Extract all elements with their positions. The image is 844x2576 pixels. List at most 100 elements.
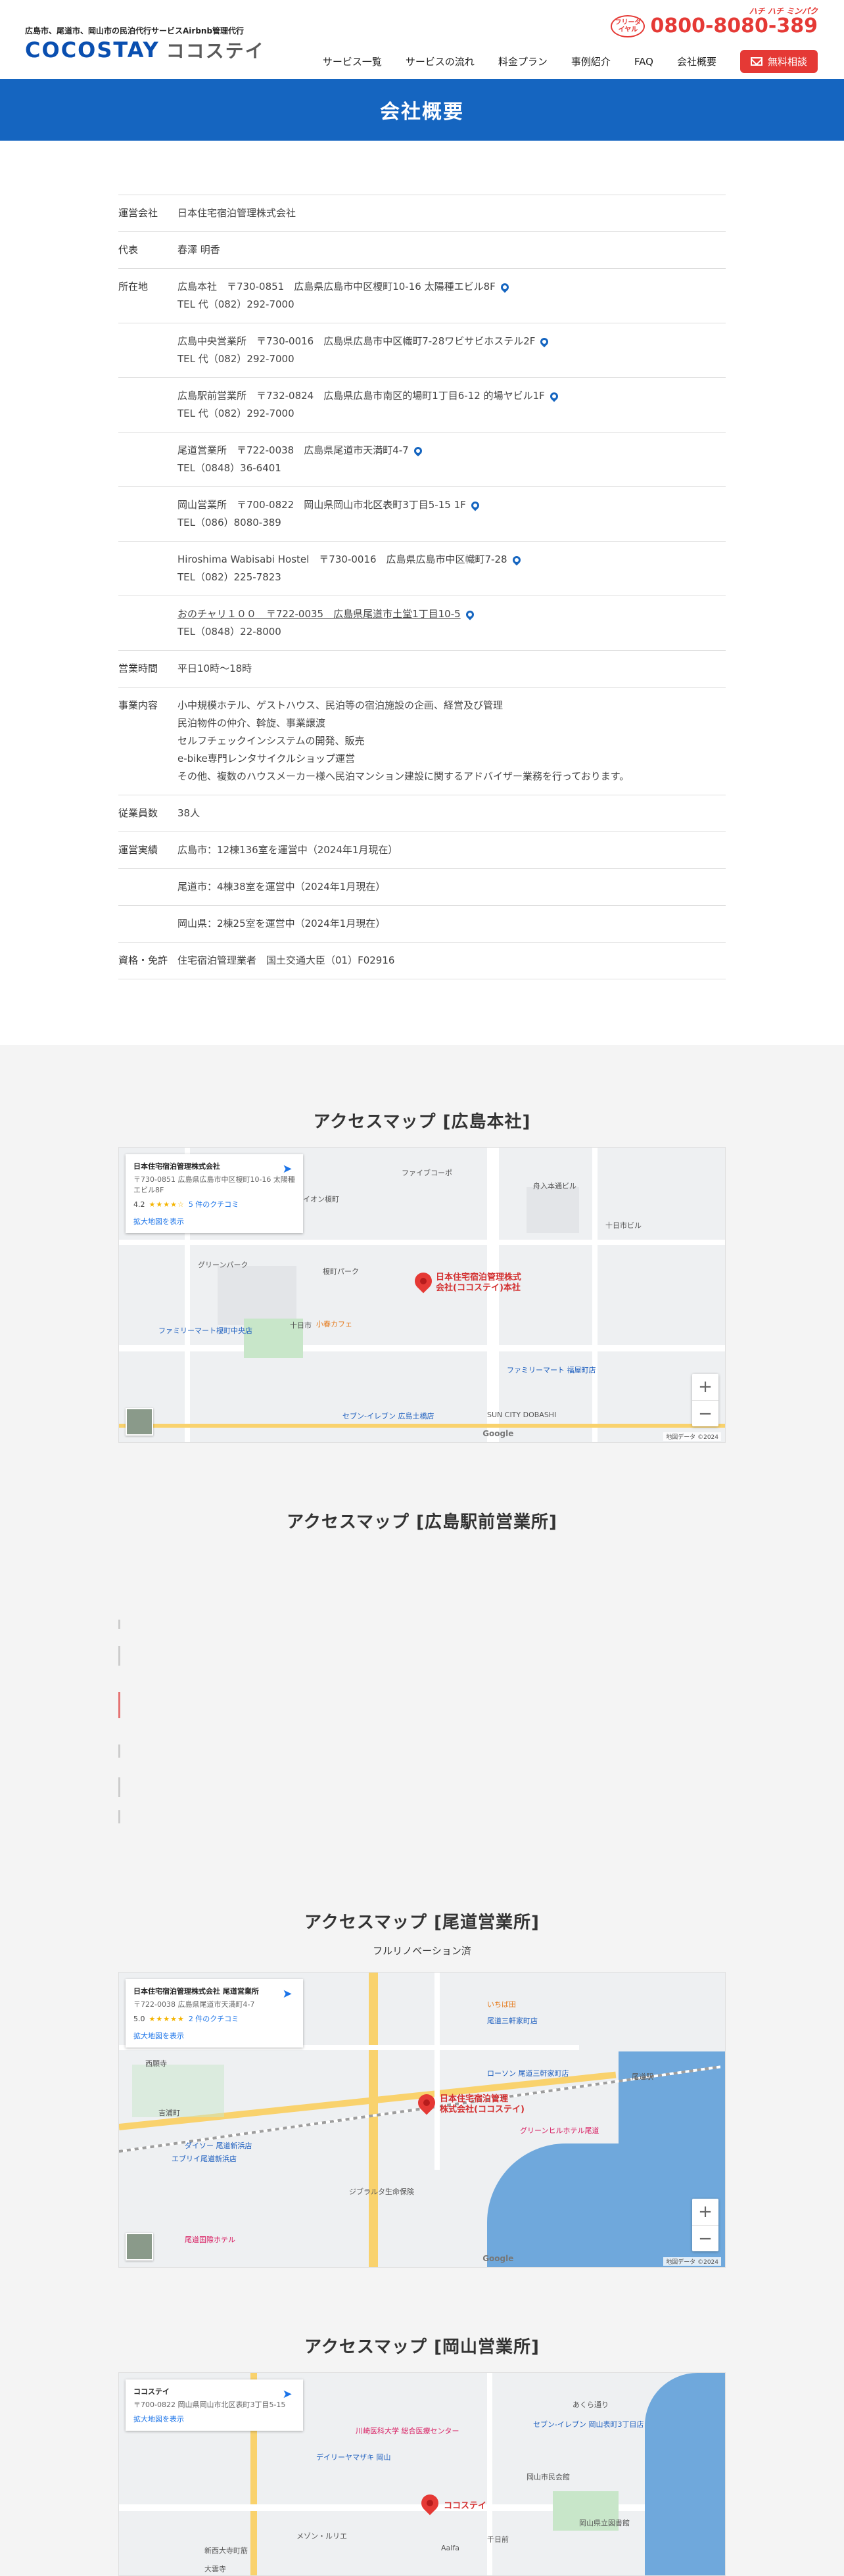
zoom-out-button[interactable]: − — [692, 1400, 718, 1426]
company-row: 従業員数 38人 — [118, 795, 726, 832]
row-label: 資格・免許 — [118, 954, 168, 966]
google-map-onomichi[interactable]: 日本住宅宿泊管理 株式会社(ココステイ) ローソン 尾道三軒家町店 いちば田 ダイ… — [118, 1972, 726, 2268]
reviews-link[interactable]: 2 件のクチコミ — [189, 2013, 239, 2024]
rating-value: 4.2 — [133, 1200, 145, 1209]
company-row: おのチャリ１００ 〒722-0035 広島県尾道市土堂1丁目10-5 TEL（08… — [118, 596, 726, 651]
free-consult-label: 無料相談 — [767, 56, 807, 68]
satellite-toggle[interactable] — [126, 1408, 153, 1436]
map-poi: 大雲寺 — [204, 2565, 226, 2573]
page-title: 会社概要 — [380, 101, 464, 124]
company-section: 運営会社 日本住宅宿泊管理株式会社 代表 春澤 明香 所在地 広島本社 〒730-0851… — [0, 141, 844, 1045]
row-text: 広島市：12棟136室を運営中（2024年1月現在） — [177, 844, 398, 856]
zoom-in-button[interactable]: + — [692, 1374, 718, 1400]
row-value: 尾道営業所 〒722-0038 広島県尾道市天満町4-7 TEL（0848）36-… — [177, 442, 726, 477]
map-pin-icon[interactable] — [538, 336, 550, 347]
place-rating: 5.0 ★★★★★ 2 件のクチコミ — [133, 2013, 295, 2024]
map-poi: グリーンパーク — [198, 1261, 248, 1269]
row-label — [118, 551, 177, 586]
place-address: 〒730-0851 広島県広島市中区榎町10-16 太陽種エビル8F — [133, 1175, 295, 1194]
row-value-line: 38人 — [177, 805, 726, 822]
nav-faq[interactable]: FAQ — [634, 56, 653, 68]
map-poi: 岡山市民会館 — [527, 2473, 570, 2481]
directions-icon[interactable]: ➤ — [279, 1987, 295, 2003]
map-poi: 尾道駅 — [632, 2073, 653, 2081]
row-text: 平日10時～18時 — [177, 663, 252, 674]
company-row: 広島中央営業所 〒730-0016 広島県広島市中区幟町7-28ワビサビホステル… — [118, 323, 726, 378]
row-text: e-bike専門レンタサイクルショップ運営 — [177, 753, 355, 764]
row-value: 広島市：12棟136室を運営中（2024年1月現在） — [177, 841, 726, 859]
nav-services[interactable]: サービス一覧 — [323, 55, 382, 68]
marker-label-line: 会社(ココステイ)本社 — [436, 1283, 521, 1293]
free-consult-button[interactable]: 無料相談 — [739, 50, 818, 73]
row-value-line: セルフチェックインシステムの開発、販売 — [177, 732, 726, 750]
map-pin-icon[interactable] — [412, 445, 424, 456]
map-poi: 岡山県立図書館 — [579, 2519, 630, 2527]
zoom-out-button[interactable]: − — [692, 2225, 718, 2251]
place-name: 日本住宅宿泊管理株式会社 — [133, 1162, 220, 1171]
directions-icon[interactable]: ➤ — [279, 2387, 295, 2403]
reviews-link[interactable]: 5 件のクチコミ — [189, 1199, 239, 1209]
nav-flow[interactable]: サービスの流れ — [406, 55, 475, 68]
row-value-line: 広島市：12棟136室を運営中（2024年1月現在） — [177, 841, 726, 859]
map-poi: ファイブコーポ — [402, 1169, 452, 1177]
row-value-line: TEL（0848）36-6401 — [177, 459, 726, 477]
larger-map-link[interactable]: 拡大地図を表示 — [133, 2030, 295, 2041]
google-map-hiroshima-station[interactable] — [118, 1547, 726, 1843]
site-header: 広島市、尾道市、岡山市の民泊代行サービスAirbnb管理代行 COCOSTAY … — [0, 0, 844, 79]
map-pin-icon[interactable] — [469, 500, 481, 511]
row-value-line: 岡山県：2棟25室を運営中（2024年1月現在） — [177, 915, 726, 933]
company-row: 資格・免許 住宅宿泊管理業者 国土交通大臣（01）F02916 — [118, 943, 726, 979]
map-title: アクセスマップ [岡山営業所] — [304, 2337, 540, 2357]
satellite-toggle[interactable] — [126, 2233, 153, 2260]
company-row: 所在地 広島本社 〒730-0851 広島県広島市中区榎町10-16 太陽種エビル… — [118, 269, 726, 323]
row-text: 日本住宅宿泊管理株式会社 — [177, 207, 296, 219]
row-label — [118, 915, 177, 933]
phone-number[interactable]: 0800-8080-389 — [650, 14, 818, 37]
row-text: 小中規模ホテル、ゲストハウス、民泊等の宿泊施設の企画、経営及び管理 — [177, 699, 504, 711]
zoom-in-button[interactable]: + — [692, 2199, 718, 2225]
map-poi: 尾道三軒家町店 — [487, 2017, 538, 2025]
mail-icon — [750, 57, 762, 66]
nav-cases[interactable]: 事例紹介 — [571, 55, 611, 68]
company-row: 広島駅前営業所 〒732-0824 広島県広島市南区的場町1丁目6-12 的場ヤ… — [118, 378, 726, 433]
free-dial-badge: フリーダイヤル — [611, 15, 645, 37]
map-poi: セブン-イレブン 広島土橋店 — [342, 1412, 434, 1420]
map-pin-icon[interactable] — [511, 554, 523, 565]
map-poi: あくら通り — [573, 2400, 609, 2409]
map-poi: ローソン 尾道三軒家町店 — [487, 2069, 569, 2078]
google-map-hiroshima-hq[interactable]: 日本住宅宿泊管理株式 会社(ココステイ)本社 ファイブコーポ イオン榎町 榎町パー… — [118, 1147, 726, 1443]
row-text: おのチャリ１００ 〒722-0035 広島県尾道市土堂1丁目10-5 — [177, 608, 461, 620]
nav-pricing[interactable]: 料金プラン — [498, 55, 548, 68]
company-row: 尾道営業所 〒722-0038 広島県尾道市天満町4-7 TEL（0848）36-… — [118, 433, 726, 487]
row-text: 岡山県：2棟25室を運営中（2024年1月現在） — [177, 918, 386, 929]
row-value-line: e-bike専門レンタサイクルショップ運営 — [177, 750, 726, 768]
row-value: 春澤 明香 — [177, 241, 726, 259]
row-value-line: 広島本社 〒730-0851 広島県広島市中区榎町10-16 太陽種エビル8F — [177, 278, 726, 296]
row-value: 広島中央営業所 〒730-0016 広島県広島市中区幟町7-28ワビサビホステル… — [177, 333, 726, 368]
row-text: TEL（0848）36-6401 — [177, 462, 281, 474]
directions-icon[interactable]: ➤ — [279, 1162, 295, 1178]
larger-map-link[interactable]: 拡大地図を表示 — [133, 2414, 295, 2424]
place-address: 〒700-0822 岡山県岡山市北区表町3丁目5-15 — [133, 2400, 286, 2409]
site-logo[interactable]: COCOSTAY ココステイ — [25, 37, 265, 63]
map-pin-icon[interactable] — [464, 609, 476, 620]
map-subtitle: フルリノベーション済 — [373, 1945, 471, 1957]
nav-company[interactable]: 会社概要 — [677, 55, 716, 68]
logo-japanese: ココステイ — [166, 40, 265, 62]
google-map-okayama[interactable]: ココステイ 川崎医科大学 総合医療センター セブン-イレブン 岡山表町3丁目店 … — [118, 2372, 726, 2576]
row-value: おのチャリ１００ 〒722-0035 広島県尾道市土堂1丁目10-5 TEL（08… — [177, 605, 726, 641]
star-icons: ★★★★★ — [149, 2014, 185, 2023]
row-label — [118, 496, 177, 532]
map-pin-icon[interactable] — [548, 390, 560, 402]
larger-map-link[interactable]: 拡大地図を表示 — [133, 1216, 295, 1227]
map-info-card: 日本住宅宿泊管理株式会社 尾道営業所 〒722-0038 広島県尾道市天満町4-… — [126, 1979, 303, 2048]
map-poi: 千日前 — [487, 2535, 509, 2544]
phone-contact[interactable]: フリーダイヤル ハチ ハチ ミンパク 0800-8080-389 — [611, 7, 818, 37]
row-value-line: TEL 代（082）292-7000 — [177, 405, 726, 423]
map-pin-icon[interactable] — [499, 281, 511, 293]
map-title: アクセスマップ [広島本社] — [313, 1112, 531, 1132]
company-row: 代表 春澤 明香 — [118, 232, 726, 269]
company-row: 運営会社 日本住宅宿泊管理株式会社 — [118, 195, 726, 232]
row-text: 住宅宿泊管理業者 国土交通大臣（01）F02916 — [177, 954, 395, 966]
map-poi: 十日市 — [290, 1321, 312, 1330]
